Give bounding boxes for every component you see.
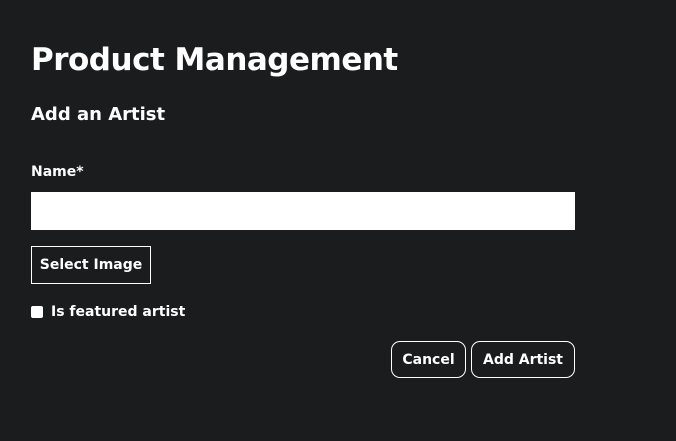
featured-artist-row: Is featured artist [31,303,185,321]
page: Product Management Add an Artist Name* S… [0,0,676,441]
add-artist-button[interactable]: Add Artist [471,341,575,378]
select-image-button[interactable]: Select Image [31,246,151,284]
name-label: Name* [31,164,84,180]
name-input[interactable] [31,192,575,230]
featured-artist-label: Is featured artist [51,304,186,320]
page-title: Product Management [31,42,398,78]
section-title: Add an Artist [31,104,166,125]
featured-artist-checkbox[interactable] [31,306,43,318]
cancel-button[interactable]: Cancel [391,341,466,378]
